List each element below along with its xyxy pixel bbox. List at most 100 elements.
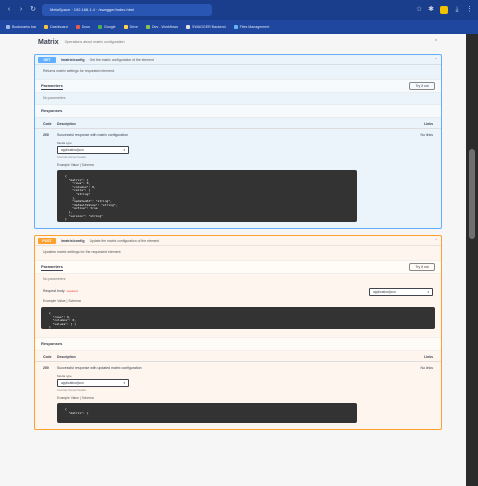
chevron-up-icon[interactable]: ⌃ <box>435 57 438 62</box>
request-body-label: Request body <box>43 289 65 293</box>
bookmark-label: Bookmarks bar <box>12 25 37 29</box>
swagger-page: Matrix Operations about matrix configura… <box>28 34 448 436</box>
method-badge-post: POST <box>38 237 56 244</box>
bookmark-item[interactable]: SWAGGER Backend <box>186 25 226 29</box>
request-content-type-value: application/json <box>373 289 396 294</box>
bookmark-label: Files Management <box>239 25 270 29</box>
bookmark-favicon-icon <box>186 25 191 29</box>
bookmark-label: Drive <box>129 25 138 29</box>
bookmark-item[interactable]: Files Management <box>233 25 270 29</box>
section-header-matrix[interactable]: Matrix Operations about matrix configura… <box>28 34 448 50</box>
responses-bar: Responses <box>35 337 441 351</box>
download-icon[interactable]: ⤓ <box>454 6 460 13</box>
op-summary-text: Update the matrix configuration of the e… <box>89 238 160 243</box>
bookmark-item[interactable]: Google <box>97 25 116 29</box>
bookmark-favicon-icon <box>75 25 80 29</box>
response-links: No links <box>420 133 433 137</box>
example-code-block: { "matrix": { <box>57 403 357 423</box>
request-body-row: Request body required application/json ▾ <box>35 285 441 297</box>
media-type-label: Media type <box>57 374 72 378</box>
chevron-up-icon[interactable]: ⌃ <box>434 39 438 45</box>
response-code: 200 <box>43 366 49 370</box>
bookmark-favicon-icon <box>233 25 238 29</box>
parameters-bar: Parameters Try it out <box>35 79 441 93</box>
op-description: Updates matrix settings for the requeste… <box>43 250 122 254</box>
bookmark-favicon-icon <box>123 25 128 29</box>
col-links: Links <box>424 122 433 126</box>
back-icon[interactable]: ‹ <box>6 6 12 13</box>
media-type-hint: Controls Accept header. <box>57 388 87 392</box>
opblock-post-matrix-config: POST /matrix/config Update the matrix co… <box>34 235 442 430</box>
bookmark-favicon-icon <box>6 25 10 29</box>
bookmark-star-icon[interactable]: ☆ <box>416 6 422 13</box>
media-type-select[interactable]: application/json ▾ <box>57 379 129 387</box>
example-value-tab[interactable]: Example Value | Schema <box>57 396 403 400</box>
chevron-down-icon: ▾ <box>427 289 429 294</box>
chevron-down-icon: ▾ <box>123 148 125 152</box>
forward-icon[interactable]: › <box>18 6 24 13</box>
media-type-hint: Controls Accept header. <box>57 155 87 159</box>
menu-dots-icon[interactable]: ⋮ <box>466 6 473 13</box>
code-line: "matrix": { <box>65 410 89 415</box>
method-badge-get: GET <box>38 56 56 63</box>
browser-titlebar: ‹ › ↻ MetaSpace · 192.168.1.4 · /swagger… <box>0 0 478 20</box>
page-scrollbar[interactable] <box>466 34 478 486</box>
col-code: Code <box>43 355 52 359</box>
response-description: Successful response with updated matrix … <box>57 366 142 370</box>
no-parameters-text: No parameters <box>43 96 66 100</box>
bookmark-item[interactable]: Docs <box>75 25 90 29</box>
bookmark-label: Dev - Workflows <box>151 25 179 29</box>
chevron-up-icon[interactable]: ⌃ <box>435 238 438 243</box>
parameters-tab[interactable]: Parameters <box>41 83 63 90</box>
bookmarks-bar: Bookmarks bar Dashboard Docs Google Drive Dev… <box>0 20 478 34</box>
responses-bar: Responses <box>35 104 441 118</box>
op-path: /matrix/config <box>61 238 85 243</box>
bookmark-item[interactable]: Dashboard <box>44 25 68 29</box>
chevron-down-icon: ▾ <box>123 381 125 385</box>
section-description: Operations about matrix configuration <box>64 40 125 44</box>
example-value-tab[interactable]: Example Value | Schema <box>35 297 441 305</box>
example-value-tab[interactable]: Example Value | Schema <box>57 163 403 167</box>
op-path: /matrix/config <box>61 57 85 62</box>
parameters-tab[interactable]: Parameters <box>41 264 63 271</box>
bookmark-item[interactable]: Drive <box>123 25 138 29</box>
extensions-icon[interactable]: ✱ <box>428 6 434 13</box>
page-viewport: Matrix Operations about matrix configura… <box>0 34 466 486</box>
profile-avatar[interactable] <box>440 6 448 14</box>
bookmark-favicon-icon <box>145 25 150 29</box>
bookmark-item[interactable]: Dev - Workflows <box>145 25 179 29</box>
bookmark-label: SWAGGER Backend <box>192 25 226 29</box>
media-type-select[interactable]: application/json ▾ <box>57 146 129 154</box>
bookmark-label: Dashboard <box>50 25 68 29</box>
responses-table-header: Code Description Links <box>35 118 441 129</box>
response-code: 200 <box>43 133 49 137</box>
media-type-label: Media type <box>57 141 72 145</box>
bookmark-favicon-icon <box>44 25 49 29</box>
op-summary-post[interactable]: POST /matrix/config Update the matrix co… <box>35 236 441 246</box>
active-tab[interactable]: MetaSpace · 192.168.1.4 · /swagger/index… <box>42 4 212 16</box>
col-description: Description <box>57 122 76 126</box>
example-code-block: { "matrix": { "rows": 0, "columns": 0, "… <box>57 170 357 222</box>
reload-icon[interactable]: ↻ <box>30 6 36 13</box>
request-content-type-select[interactable]: application/json ▾ <box>369 287 433 296</box>
bookmark-item[interactable]: Bookmarks bar <box>6 25 36 29</box>
scrollbar-thumb[interactable] <box>469 149 475 239</box>
op-description: Returns matrix settings for requested el… <box>43 69 115 73</box>
try-it-out-button[interactable]: Try it out <box>409 82 435 90</box>
no-parameters-text: No parameters <box>43 277 66 281</box>
opblock-get-matrix-config: GET /matrix/config Get the matrix config… <box>34 54 442 229</box>
section-title: Matrix <box>38 38 59 46</box>
responses-title: Responses <box>41 341 63 346</box>
bookmark-favicon-icon <box>97 25 102 29</box>
responses-table-header: Code Description Links <box>35 351 441 362</box>
col-description: Description <box>57 355 76 359</box>
op-summary-get[interactable]: GET /matrix/config Get the matrix config… <box>35 55 441 65</box>
try-it-out-button[interactable]: Try it out <box>409 263 435 271</box>
responses-title: Responses <box>41 108 63 113</box>
col-links: Links <box>424 355 433 359</box>
op-summary-text: Get the matrix configuration of the elem… <box>89 57 154 62</box>
request-body-code: { "rows": 0, "columns": 0, "values": [ ]… <box>41 307 435 329</box>
parameters-bar: Parameters Try it out <box>35 260 441 274</box>
bookmark-label: Docs <box>81 25 90 29</box>
media-type-value: application/json <box>61 381 84 385</box>
